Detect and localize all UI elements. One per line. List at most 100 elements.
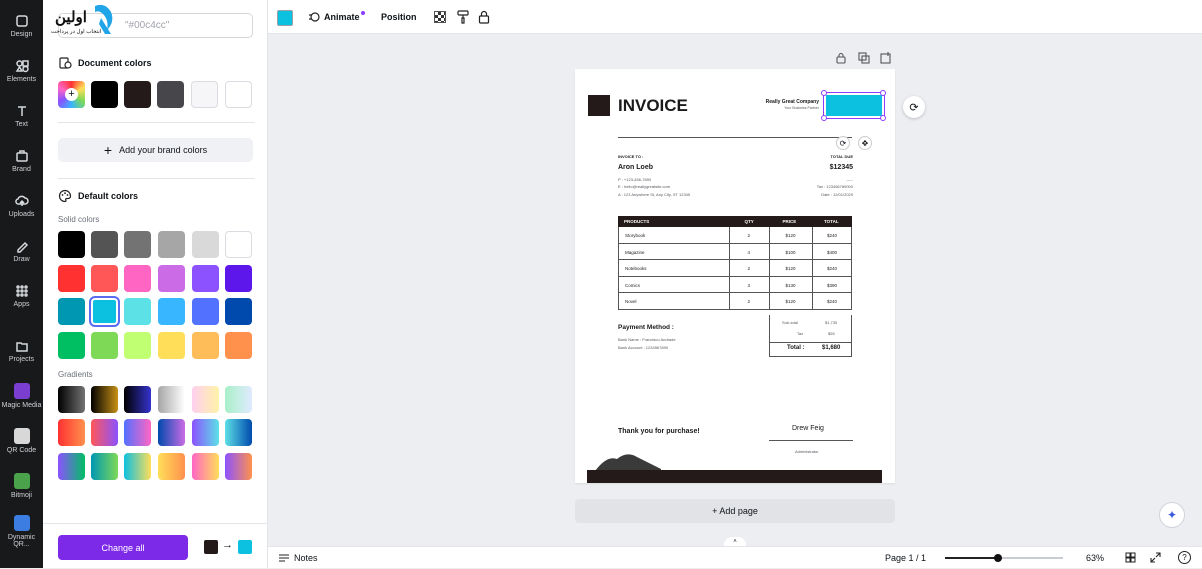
total-due-label[interactable]: TOTAL DUE — [831, 154, 853, 159]
solid-color-swatch[interactable] — [225, 298, 252, 325]
solid-color-swatch[interactable] — [58, 231, 85, 258]
resize-handle[interactable] — [880, 115, 886, 121]
gradient-swatch[interactable] — [124, 386, 151, 413]
bank-name[interactable]: Bank Name : Francisco Andrade — [618, 337, 676, 342]
gradient-swatch[interactable] — [124, 419, 151, 446]
transparency-icon[interactable] — [434, 11, 446, 23]
gradient-swatch[interactable] — [58, 419, 85, 446]
separator-dash[interactable]: ----- — [846, 177, 853, 182]
client-phone[interactable]: P : +123-456-7890 — [618, 177, 651, 182]
solid-color-swatch[interactable] — [158, 231, 185, 258]
gradient-swatch[interactable] — [58, 386, 85, 413]
document-color-swatch[interactable] — [191, 81, 218, 108]
regenerate-icon[interactable]: ⟳ — [903, 96, 925, 118]
subtotal-label[interactable]: Sub-total — [782, 320, 798, 325]
footer-shape[interactable] — [575, 449, 895, 483]
change-all-button[interactable]: Change all — [58, 535, 188, 560]
gradient-swatch[interactable] — [192, 419, 219, 446]
chevron-up-icon[interactable]: ˄ — [724, 537, 746, 546]
color-picker-button[interactable] — [277, 10, 293, 26]
invoice-title[interactable]: INVOICE — [618, 96, 688, 116]
paint-roller-icon[interactable] — [457, 10, 469, 24]
position-button[interactable]: Position — [381, 0, 417, 34]
gradient-swatch[interactable] — [158, 419, 185, 446]
invoice-to-label[interactable]: INVOICE TO : — [618, 154, 643, 159]
rail-item-draw[interactable]: Draw — [0, 229, 43, 273]
rail-item-dynamic-qr[interactable]: Dynamic QR... — [0, 509, 43, 553]
company-tagline[interactable]: Your Business Partner — [784, 106, 819, 110]
gradient-swatch[interactable] — [91, 453, 118, 480]
duplicate-page-icon[interactable] — [857, 51, 871, 65]
gradient-swatch[interactable] — [91, 386, 118, 413]
tax-label[interactable]: Tax — [797, 331, 803, 336]
signer-name[interactable]: Drew Feig — [792, 425, 824, 432]
rail-item-apps[interactable]: Apps — [0, 274, 43, 318]
solid-color-swatch[interactable] — [158, 298, 185, 325]
add-brand-colors-button[interactable]: + Add your brand colors — [58, 138, 253, 162]
add-color-button[interactable]: + — [58, 81, 85, 108]
magic-assistant-icon[interactable]: ✦ — [1159, 502, 1185, 528]
solid-color-swatch[interactable] — [91, 332, 118, 359]
table-row[interactable]: Novel 2 $120 $240 — [618, 293, 852, 310]
total-due-value[interactable]: $12345 — [830, 164, 853, 171]
rail-item-magic-media[interactable]: Magic Media — [0, 374, 43, 418]
solid-color-swatch[interactable] — [58, 332, 85, 359]
solid-color-swatch[interactable] — [91, 231, 118, 258]
gradient-swatch[interactable] — [91, 419, 118, 446]
zoom-slider[interactable] — [945, 554, 1063, 562]
solid-color-swatch[interactable] — [124, 265, 151, 292]
solid-color-swatch[interactable] — [192, 231, 219, 258]
client-address[interactable]: A : 123 Anywhere St, Any City, ST 12345 — [618, 192, 690, 197]
gradient-swatch[interactable] — [124, 453, 151, 480]
gradient-swatch[interactable] — [225, 386, 252, 413]
selected-color-box[interactable] — [823, 92, 885, 119]
solid-color-swatch[interactable] — [225, 231, 252, 258]
rail-item-elements[interactable]: Elements — [0, 49, 43, 93]
notes-button[interactable]: Notes — [278, 547, 318, 569]
invoice-logo-square[interactable] — [588, 95, 610, 116]
gradient-swatch[interactable] — [192, 386, 219, 413]
solid-color-swatch[interactable] — [124, 332, 151, 359]
zoom-level[interactable]: 63% — [1086, 547, 1104, 569]
tax-value[interactable]: $55 — [828, 331, 835, 336]
solid-color-swatch[interactable] — [158, 332, 185, 359]
gradient-swatch[interactable] — [225, 419, 252, 446]
total-label[interactable]: Total : — [787, 345, 805, 351]
lock-icon[interactable] — [478, 10, 490, 24]
rail-item-brand[interactable]: Brand — [0, 139, 43, 183]
rail-item-text[interactable]: Text — [0, 94, 43, 138]
resize-handle[interactable] — [821, 90, 827, 96]
document-color-swatch[interactable] — [157, 81, 184, 108]
invoice-page[interactable]: INVOICE Really Great Company Your Busine… — [575, 69, 895, 483]
rotate-icon[interactable]: ⟳ — [836, 136, 850, 150]
gradient-swatch[interactable] — [225, 453, 252, 480]
lock-page-icon[interactable] — [834, 51, 848, 65]
help-icon[interactable]: ? — [1178, 551, 1191, 564]
solid-color-swatch[interactable] — [192, 332, 219, 359]
gradient-swatch[interactable] — [58, 453, 85, 480]
animate-button[interactable]: Animate — [308, 0, 365, 34]
zoom-slider-handle[interactable] — [994, 554, 1003, 562]
page-indicator[interactable]: Page 1 / 1 — [885, 547, 926, 569]
solid-color-swatch[interactable] — [158, 265, 185, 292]
rail-item-uploads[interactable]: Uploads — [0, 184, 43, 228]
grid-view-icon[interactable] — [1125, 552, 1136, 563]
document-color-swatch[interactable] — [124, 81, 151, 108]
rail-item-projects[interactable]: Projects — [0, 329, 43, 373]
gradient-swatch[interactable] — [158, 386, 185, 413]
payment-method-title[interactable]: Payment Method : — [618, 324, 674, 331]
gradient-swatch[interactable] — [192, 453, 219, 480]
resize-handle[interactable] — [880, 90, 886, 96]
total-value[interactable]: $1,680 — [822, 345, 840, 351]
solid-color-swatch[interactable] — [58, 265, 85, 292]
solid-color-swatch[interactable] — [91, 265, 118, 292]
move-icon[interactable]: ✥ — [858, 136, 872, 150]
solid-color-swatch[interactable] — [192, 298, 219, 325]
solid-color-swatch[interactable] — [124, 231, 151, 258]
table-row[interactable]: Comics 3 $130 $390 — [618, 276, 852, 294]
table-header[interactable]: PRODUCTS QTY PRICE TOTAL — [618, 216, 852, 227]
solid-color-swatch[interactable] — [225, 332, 252, 359]
add-page-icon[interactable] — [879, 51, 893, 65]
client-name[interactable]: Aron Loeb — [618, 164, 653, 171]
rail-item-qr-code[interactable]: QR Code — [0, 419, 43, 463]
